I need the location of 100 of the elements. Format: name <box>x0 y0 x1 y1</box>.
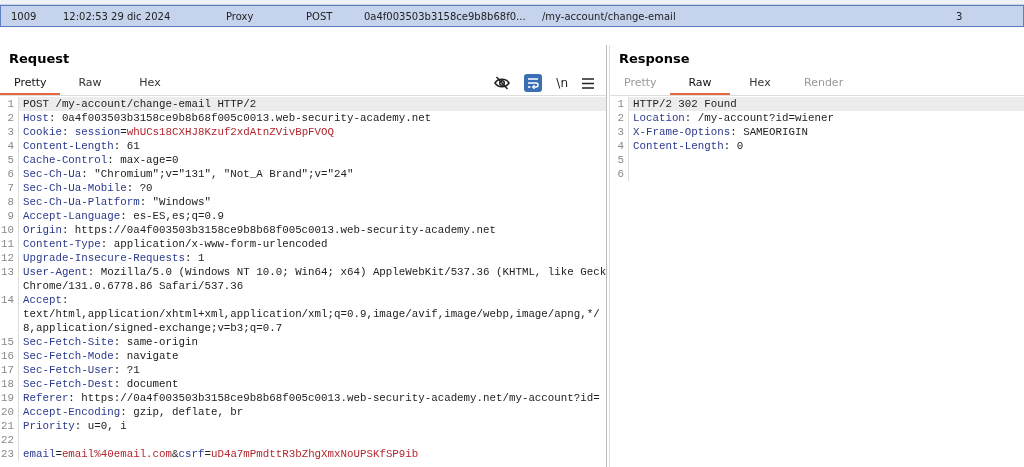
history-row[interactable]: 1009 12:02:53 29 dic 2024 Proxy POST 0a4f003503b3158ce9b8b68f0... /my-account/change-email 3 <box>0 5 1024 27</box>
code-text: Sec-Ch-Ua-Mobile <box>23 182 127 194</box>
line-number: 16 <box>0 349 19 363</box>
table-cell-text: /my-account/change-email <box>542 10 677 22</box>
line-number: 18 <box>0 377 19 391</box>
code-text: : ?1 <box>113 364 140 376</box>
code-text: Accept <box>23 294 62 306</box>
code-text: Sec-Fetch-Dest <box>23 378 114 390</box>
code-text: : https://0a4f003503b3158ce9b8b68f005c0013.web-security-academy.net/my-account?id= <box>68 392 600 404</box>
table-cell-text: 0a4f003503b3158ce9b8b68f0... <box>364 10 527 22</box>
line-number: 23 <box>0 447 19 461</box>
code-text: Sec-Ch-Ua <box>23 168 82 180</box>
code-text: X-Frame-Options <box>633 126 731 138</box>
code-text: Sec-Ch-Ua-Platform <box>23 196 140 208</box>
pane-title: Request <box>8 50 71 68</box>
code-text: : "Windows" <box>139 196 211 208</box>
line-number: 19 <box>0 391 19 405</box>
code-text: : max-age=0 <box>107 154 179 166</box>
line-number: 5 <box>610 153 629 167</box>
code-text: = <box>120 126 127 138</box>
code-text: : 1 <box>185 252 205 264</box>
code-text: : <box>61 294 69 306</box>
code-text: Origin <box>23 224 62 236</box>
code-text: Location <box>633 112 685 124</box>
code-text: & <box>172 448 179 460</box>
line-number: 4 <box>0 139 19 153</box>
code-text: Upgrade-Insecure-Requests <box>23 252 185 264</box>
line-number: 10 <box>0 223 19 237</box>
table-cell-text: 1009 <box>10 10 38 22</box>
line-number: 3 <box>610 125 629 139</box>
code-text: : "Chromium";v="131", "Not_A Brand";v="24" <box>81 168 354 180</box>
code-text: Sec-Fetch-User <box>23 364 114 376</box>
code-text: : navigate <box>113 350 179 362</box>
line-number: 14 <box>0 293 19 307</box>
code-text: User-Agent <box>23 266 88 278</box>
code-text: Cookie <box>23 126 62 138</box>
line-number: 7 <box>0 181 19 195</box>
code-text: : /my-account?id=wiener <box>684 112 834 124</box>
code-text: : same-origin <box>113 336 198 348</box>
tab[interactable]: Raw <box>670 71 730 95</box>
code-text: : <box>61 126 70 138</box>
code-text: : application/x-www-form-urlencoded <box>100 238 328 250</box>
code-text: Cache-Control <box>23 154 108 166</box>
newline-button[interactable]: \n <box>556 76 568 90</box>
pane-title: Response <box>618 50 691 68</box>
tab[interactable]: Hex <box>120 71 180 95</box>
code-text: Sec-Fetch-Site <box>23 336 114 348</box>
code-text: text/html,application/xhtml+xml,application/xml;q=0.9,image/avif,image/webp,image/apng,*/ <box>23 308 600 320</box>
code-text: Referer <box>23 392 69 404</box>
code-text: : ?0 <box>126 182 153 194</box>
line-number: 4 <box>610 139 629 153</box>
table-cell-text: 12:02:53 29 dic 2024 <box>63 10 172 22</box>
line-number: 22 <box>0 433 19 447</box>
code-text: : es-ES,es;q=0.9 <box>120 210 224 222</box>
code-text: : 61 <box>113 140 140 152</box>
code-text: : Mozilla/5.0 (Windows NT 10.0; Win64; x64) AppleWebKit/537.36 (KHTML, like Geck <box>87 266 606 278</box>
line-number: 6 <box>0 167 19 181</box>
code-text: : https://0a4f003503b3158ce9b8b68f005c0013.web-security-academy.net <box>61 224 496 236</box>
code-text: csrf <box>178 448 205 460</box>
eye-slash-icon[interactable] <box>494 76 511 90</box>
line-number: 12 <box>0 251 19 265</box>
code-text: Chrome/131.0.6778.86 Safari/537.36 <box>23 280 244 292</box>
code-text: Content-Type <box>23 238 101 250</box>
wrap-icon[interactable] <box>524 74 543 92</box>
code-text: Sec-Fetch-Mode <box>23 350 114 362</box>
line-number: 13 <box>0 265 19 279</box>
line-number: 2 <box>0 111 19 125</box>
code-text: email%40email.com <box>61 448 173 460</box>
tab[interactable]: Pretty <box>0 71 60 95</box>
code-text: : SAMEORIGIN <box>730 126 808 138</box>
code-text: Content-Length <box>633 140 724 152</box>
code-text: : document <box>113 378 179 390</box>
code-text: : u=0, i <box>74 420 127 432</box>
menu-icon[interactable] <box>582 77 594 89</box>
line-number: 21 <box>0 419 19 433</box>
code-text: uD4a7mPmdttR3bZhgXmxNoUPSKfSP9ib <box>210 448 419 460</box>
code-text: : gzip, deflate, br <box>120 406 244 418</box>
code-text: : 0 <box>723 140 744 152</box>
code-text: Priority <box>23 420 75 432</box>
code-text: = <box>55 448 62 460</box>
code-text: Host <box>23 112 49 124</box>
code-text: Accept-Encoding <box>23 406 121 418</box>
line-number: 6 <box>610 167 629 181</box>
line-number: 17 <box>0 363 19 377</box>
code-text: Content-Length <box>23 140 114 152</box>
code-text: : 0a4f003503b3158ce9b8b68f005c0013.web-security-academy.net <box>48 112 432 124</box>
code-text: Accept-Language <box>23 210 121 222</box>
code-text: = <box>204 448 211 460</box>
code-text: email <box>23 448 56 460</box>
table-cell-text: Proxy <box>226 10 255 22</box>
line-number: 3 <box>0 125 19 139</box>
code-text: HTTP/2 302 Found <box>633 98 737 110</box>
code-text: whUCs18CXHJ8Kzuf2xdAtnZVivBpFVOQ <box>126 126 335 138</box>
line-number: 2 <box>610 111 629 125</box>
line-number: 20 <box>0 405 19 419</box>
line-number: 9 <box>0 209 19 223</box>
line-number: 15 <box>0 335 19 349</box>
code-text: POST /my-account/change-email HTTP/2 <box>23 98 257 110</box>
tab[interactable]: Raw <box>60 71 120 95</box>
tab[interactable]: Hex <box>730 71 790 95</box>
